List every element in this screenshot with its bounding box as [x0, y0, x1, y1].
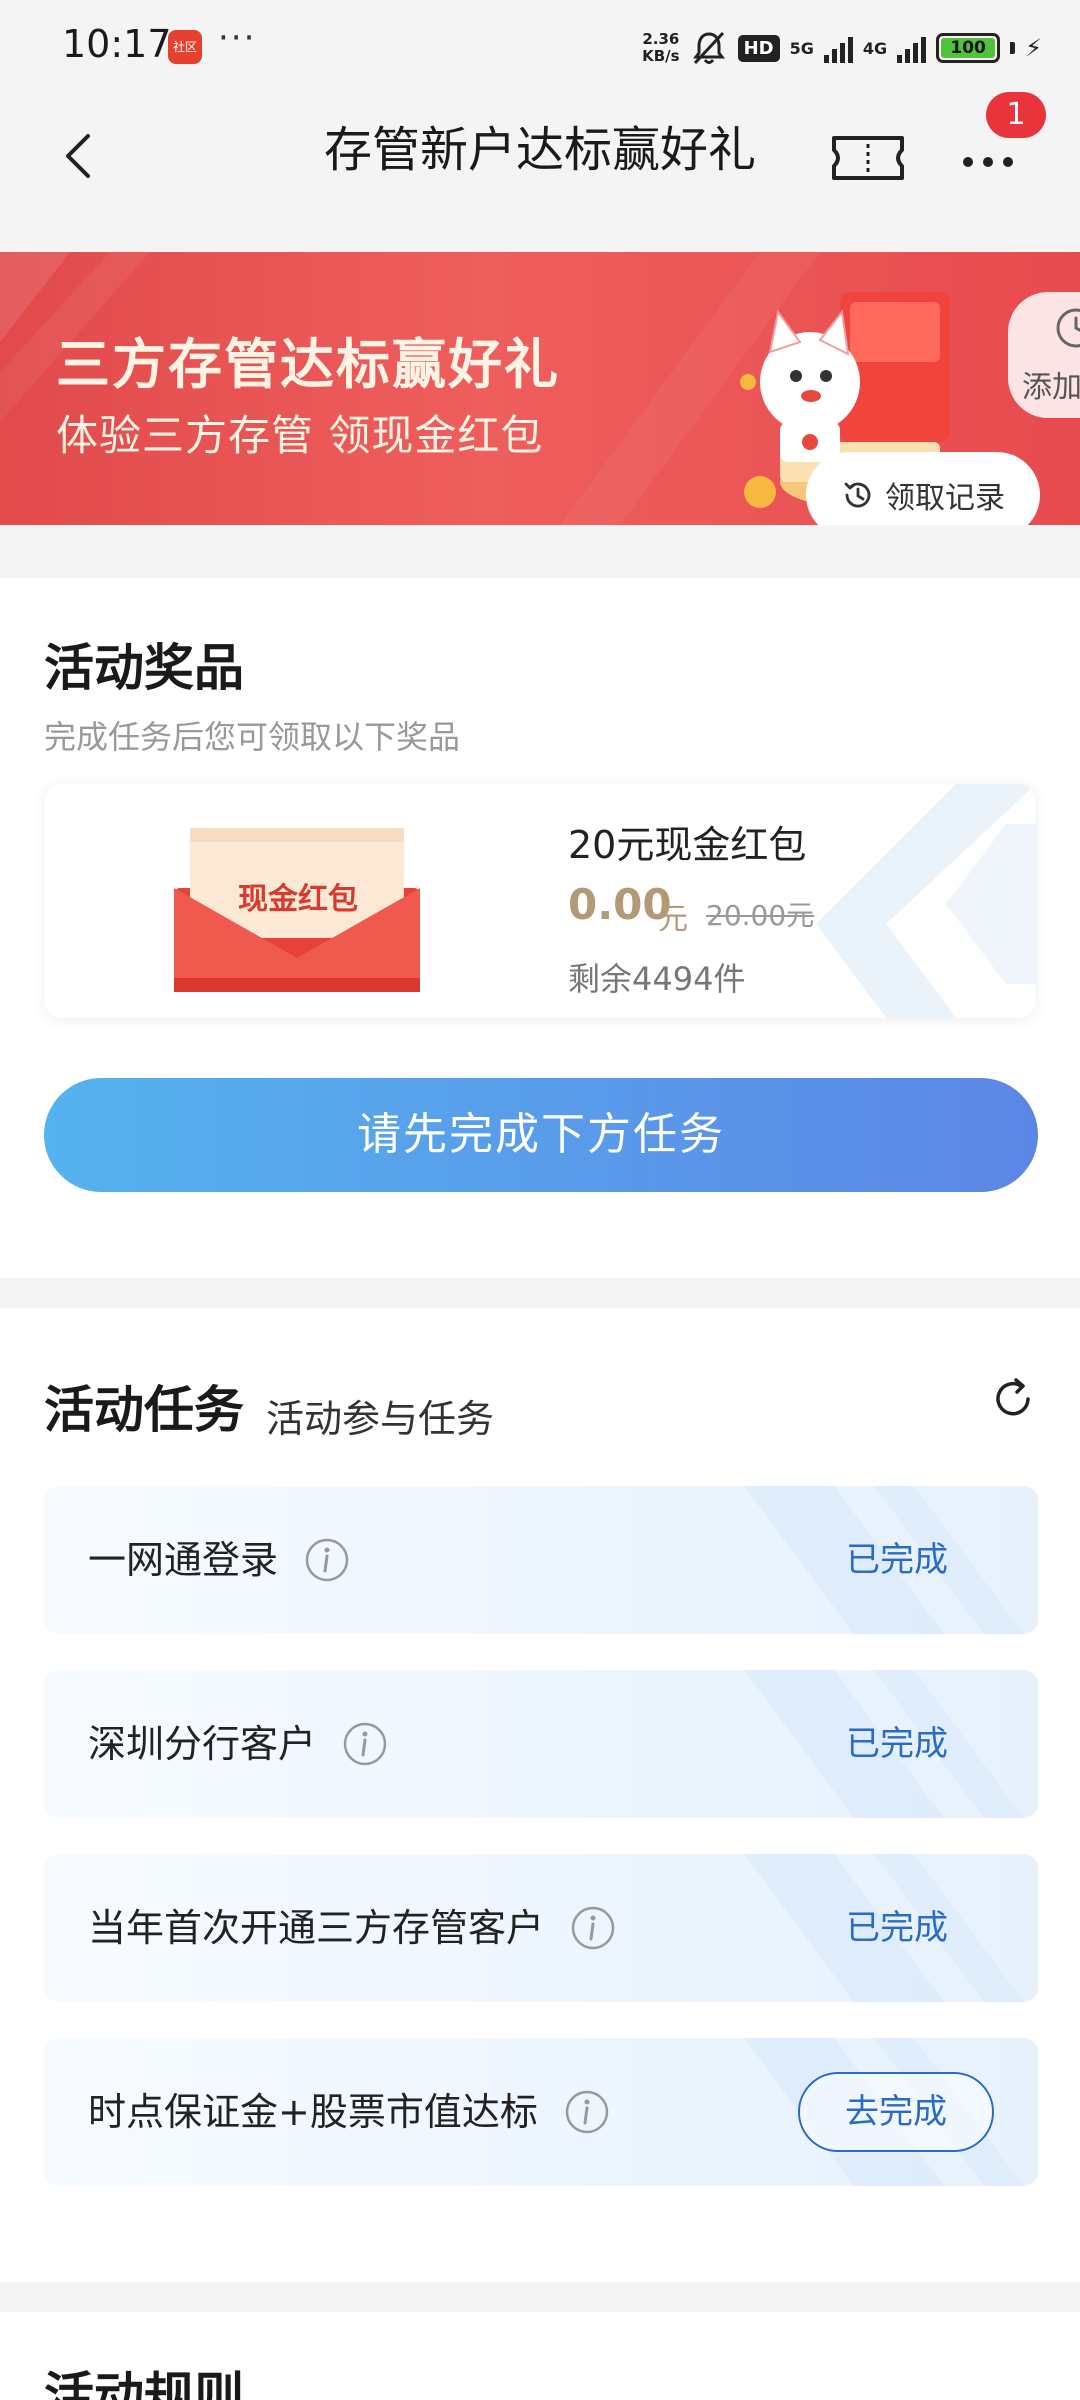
network-speed-value: 2.36: [642, 30, 680, 48]
info-icon[interactable]: [342, 1721, 388, 1767]
promo-banner: 三方存管达标赢好礼 体验三方存管 领现金红包 添加 领取记录: [0, 252, 1080, 525]
network-speed-unit: KB/s: [642, 47, 680, 65]
signal-icon: [823, 33, 853, 63]
claim-record-button[interactable]: 领取记录: [806, 452, 1040, 525]
task-status-completed: 已完成: [846, 1540, 948, 1580]
status-indicators: 2.36 KB/s HD 5G 4G 100 ⚡: [642, 26, 1042, 70]
task-row: 时点保证金+股票市值达标 去完成: [44, 2038, 1038, 2186]
task-label: 当年首次开通三方存管客户: [88, 1906, 545, 1950]
info-icon[interactable]: [304, 1537, 350, 1583]
prize-price-unit: 元: [658, 902, 688, 937]
prize-card[interactable]: 现金红包 20元现金红包 0.00 元 20.00元 剩余4494件: [44, 784, 1036, 1018]
banner-title: 三方存管达标赢好礼: [56, 333, 560, 396]
prize-remaining-count: 剩余4494件: [568, 960, 746, 998]
refresh-icon[interactable]: [988, 1374, 1038, 1424]
task-status-completed: 已完成: [846, 1724, 948, 1764]
battery-level: 100: [950, 38, 986, 58]
task-label: 一网通登录: [88, 1538, 279, 1582]
complete-tasks-button[interactable]: 请先完成下方任务: [44, 1078, 1038, 1192]
info-icon[interactable]: [564, 2089, 610, 2135]
task-row: 当年首次开通三方存管客户 已完成: [44, 1854, 1038, 2002]
prize-name: 20元现金红包: [568, 823, 807, 867]
ticket-icon[interactable]: [828, 118, 908, 198]
task-section-title: 活动任务: [44, 1381, 244, 1439]
page-title: 存管新户达标赢好礼: [323, 122, 756, 178]
prize-section-title: 活动奖品: [44, 639, 244, 697]
prize-original-price: 20.00元: [706, 899, 815, 932]
prize-section-subtitle: 完成任务后您可领取以下奖品: [44, 718, 461, 756]
task-label-wrapper: 一网通登录: [88, 1486, 350, 1634]
network-speed: 2.36 KB/s: [642, 31, 679, 65]
task-label: 深圳分行客户: [88, 1722, 317, 1766]
history-icon: [844, 482, 871, 508]
claim-record-label: 领取记录: [885, 481, 1005, 516]
rules-section-title: 活动规则: [44, 2367, 244, 2400]
status-bar: 10:17 社区 ··· 2.36 KB/s HD 5G 4G 100 ⚡: [0, 0, 1080, 96]
task-section-subtitle: 活动参与任务: [266, 1397, 495, 1441]
status-more-dots: ···: [218, 18, 257, 58]
notification-badge: 1: [986, 92, 1046, 138]
status-time: 10:17: [62, 22, 172, 66]
clock-icon: [1056, 308, 1080, 348]
signal-icon: [897, 33, 927, 63]
task-label-wrapper: 时点保证金+股票市值达标: [88, 2038, 610, 2186]
bell-muted-icon: [692, 31, 725, 65]
rules-section: 活动规则: [0, 2312, 1080, 2400]
task-label: 时点保证金+股票市值达标: [88, 2090, 538, 2134]
network-4g-label: 4G: [862, 38, 888, 58]
prize-section: 活动奖品 完成任务后您可领取以下奖品 现金红包 20元现金红包 0.00 元 2…: [0, 578, 1080, 1278]
charging-icon: ⚡: [1025, 34, 1042, 62]
banner-subtitle: 体验三方存管 领现金红包: [56, 411, 544, 460]
hd-icon: HD: [737, 34, 780, 62]
prize-card-decoration: [816, 784, 1036, 1018]
task-label-wrapper: 深圳分行客户: [88, 1670, 388, 1818]
navigation-bar: 存管新户达标赢好礼 1: [0, 92, 1080, 252]
battery-cap: [1010, 42, 1016, 54]
task-row: 一网通登录 已完成: [44, 1486, 1038, 1634]
red-envelope-image-label: 现金红包: [238, 882, 358, 917]
battery-icon: 100: [936, 33, 1001, 63]
prize-price: 0.00: [568, 880, 672, 929]
task-status-completed: 已完成: [846, 1908, 948, 1948]
go-complete-button[interactable]: 去完成: [798, 2072, 994, 2152]
network-5g-label: 5G: [789, 38, 814, 58]
add-shortcut-label: 添加: [1022, 370, 1080, 405]
task-section: 活动任务 活动参与任务 一网通登录 已完成 深圳分行客户 已完成 当年首次开通三…: [0, 1308, 1080, 2282]
task-label-wrapper: 当年首次开通三方存管客户: [88, 1854, 616, 2002]
add-shortcut-button[interactable]: 添加: [1008, 292, 1080, 418]
info-icon[interactable]: [570, 1905, 616, 1951]
app-notification-icon: 社区: [168, 30, 202, 64]
task-row: 深圳分行客户 已完成: [44, 1670, 1038, 1818]
